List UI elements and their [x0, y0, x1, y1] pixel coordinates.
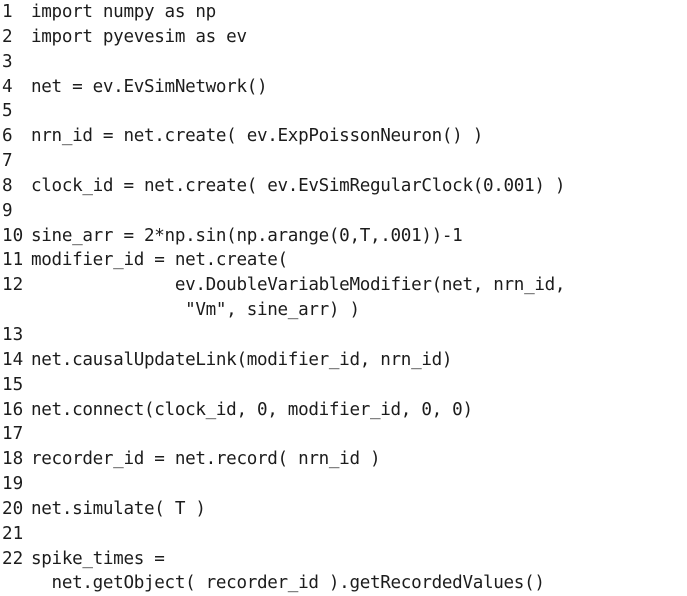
- code-line-row: 7: [0, 149, 687, 174]
- line-code: ev.DoubleVariableModifier(net, nrn_id,: [31, 275, 566, 296]
- code-line-row: 13: [0, 323, 687, 348]
- line-code: sine_arr = 2*np.sin(np.arange(0,T,.001))…: [31, 225, 463, 246]
- line-code: net = ev.EvSimNetwork(): [31, 76, 268, 97]
- code-line-row: 18 recorder_id = net.record( nrn_id ): [0, 447, 687, 472]
- line-number: 15: [2, 374, 24, 395]
- code-line-row: 20 net.simulate( T ): [0, 497, 687, 522]
- code-line-row: 17: [0, 422, 687, 447]
- line-code: recorder_id = net.record( nrn_id ): [31, 449, 381, 470]
- line-code: net.simulate( T ): [31, 498, 206, 519]
- line-number: 13: [2, 324, 24, 345]
- code-continuation-row: net.getObject( recorder_id ).getRecorded…: [0, 571, 687, 596]
- code-line-row: 14 net.causalUpdateLink(modifier_id, nrn_…: [0, 348, 687, 373]
- line-number: 18: [2, 449, 24, 470]
- line-number: 6: [2, 126, 13, 147]
- line-number: 3: [2, 51, 13, 72]
- line-number: 8: [2, 175, 13, 196]
- code-line-row: 21: [0, 522, 687, 547]
- line-code: net.causalUpdateLink(modifier_id, nrn_id…: [31, 349, 453, 370]
- code-line-row: 15: [0, 373, 687, 398]
- line-number: 11: [2, 250, 24, 271]
- code-line-row: 16 net.connect(clock_id, 0, modifier_id, …: [0, 398, 687, 423]
- line-number: 12: [2, 275, 24, 296]
- line-number: 7: [2, 151, 13, 172]
- line-number: 14: [2, 349, 24, 370]
- line-number: 5: [2, 101, 13, 122]
- line-number: 17: [2, 424, 24, 445]
- code-line-row: 5: [0, 99, 687, 124]
- line-number: 19: [2, 474, 24, 495]
- code-line-row: 10 sine_arr = 2*np.sin(np.arange(0,T,.001…: [0, 224, 687, 249]
- line-number: 9: [2, 200, 13, 221]
- line-number: 10: [2, 225, 24, 246]
- line-code: import pyevesim as ev: [31, 26, 247, 47]
- code-line-row: 9: [0, 199, 687, 224]
- line-number: 16: [2, 399, 24, 420]
- code-line-row: 11 modifier_id = net.create(: [0, 248, 687, 273]
- code-listing: 1 import numpy as np 2 import pyevesim as e…: [0, 0, 687, 596]
- line-code: nrn_id = net.create( ev.ExpPoissonNeuron…: [31, 126, 483, 147]
- line-code: clock_id = net.create( ev.EvSimRegularCl…: [31, 175, 566, 196]
- line-number: 21: [2, 523, 24, 544]
- code-line-row: 22 spike_times =: [0, 547, 687, 572]
- code-line-row: 4 net = ev.EvSimNetwork(): [0, 75, 687, 100]
- code-line-row: 8 clock_id = net.create( ev.EvSimRegularC…: [0, 174, 687, 199]
- line-number: 22: [2, 548, 24, 569]
- line-code: net.getObject( recorder_id ).getRecorded…: [31, 573, 545, 594]
- code-line-row: 1 import numpy as np: [0, 0, 687, 25]
- code-line-row: 2 import pyevesim as ev: [0, 25, 687, 50]
- line-number: 1: [2, 2, 13, 22]
- line-code: spike_times =: [31, 548, 165, 569]
- line-code: net.connect(clock_id, 0, modifier_id, 0,…: [31, 399, 473, 420]
- line-number: 4: [2, 76, 13, 97]
- line-code: "Vm", sine_arr) ): [31, 300, 360, 321]
- code-line-row: 6 nrn_id = net.create( ev.ExpPoissonNeuro…: [0, 124, 687, 149]
- code-line-row: 19: [0, 472, 687, 497]
- line-number: 20: [2, 498, 24, 519]
- line-code: import numpy as np: [31, 2, 216, 22]
- line-code: modifier_id = net.create(: [31, 250, 288, 271]
- line-number: 2: [2, 26, 13, 47]
- code-line-row: 3: [0, 50, 687, 75]
- code-continuation-row: "Vm", sine_arr) ): [0, 298, 687, 323]
- code-line-row: 12 ev.DoubleVariableModifier(net, nrn_id…: [0, 273, 687, 298]
